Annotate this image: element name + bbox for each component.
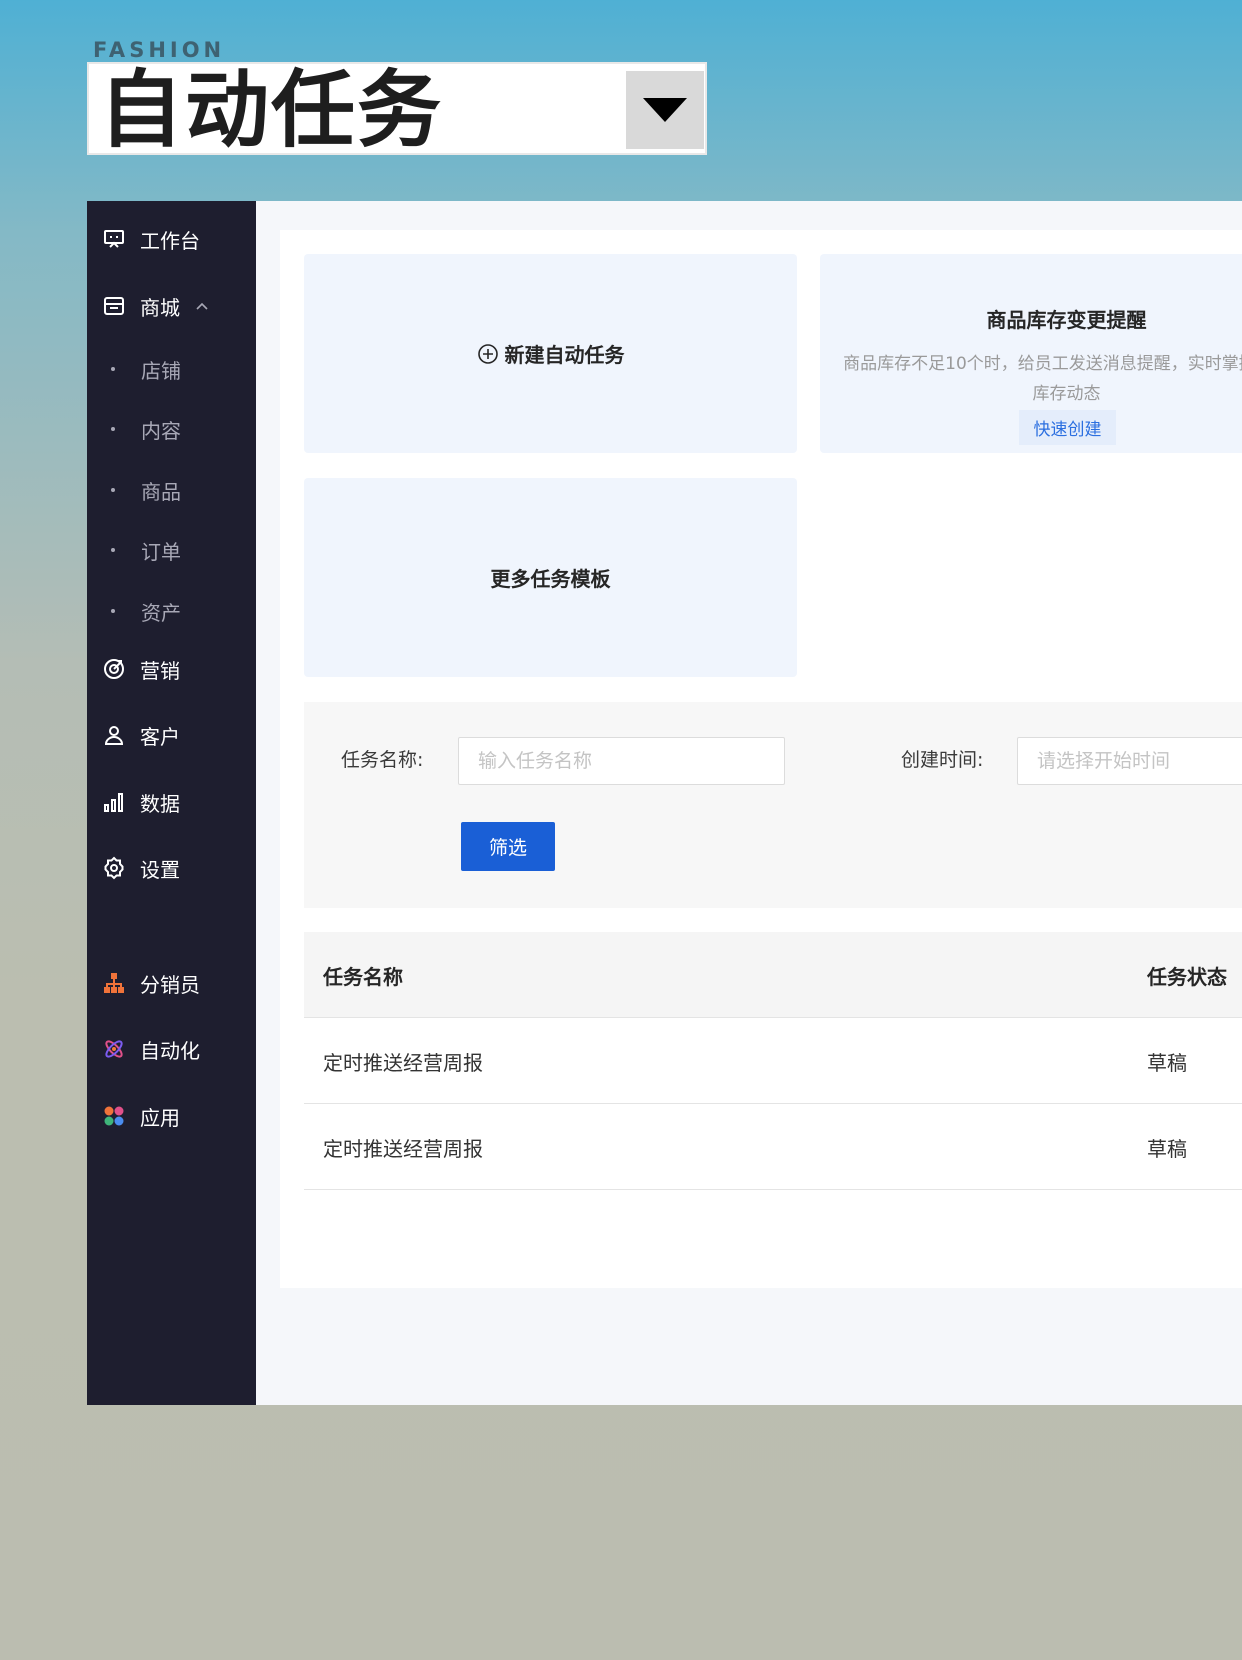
- new-task-label: 新建自动任务: [504, 343, 625, 367]
- sidebar-subitem-label: 订单: [141, 539, 181, 564]
- bullet-dot: [111, 548, 115, 552]
- user-icon: [100, 721, 128, 749]
- sidebar-item-label: 分销员: [140, 972, 200, 997]
- task-name-input[interactable]: [458, 737, 785, 785]
- title-dropdown-button[interactable]: [626, 71, 704, 149]
- sidebar-subitem-shop[interactable]: 店铺: [87, 347, 256, 391]
- sidebar-item-distributors[interactable]: 分销员: [87, 958, 256, 1008]
- page-title: 自动任务: [99, 61, 444, 159]
- task-status-cell: 草稿: [1147, 1050, 1187, 1075]
- store-icon: [100, 292, 128, 320]
- chevron-up-icon: [194, 298, 210, 314]
- template-description: 商品库存不足10个时，给员工发送消息提醒，实时掌握商品库存动态: [843, 354, 1242, 404]
- sidebar-item-data[interactable]: 数据: [87, 777, 256, 827]
- atom-icon: [100, 1035, 128, 1063]
- column-header-task-status[interactable]: 任务状态: [1147, 932, 1227, 1018]
- table-header: 任务名称 任务状态: [304, 932, 1242, 1018]
- sidebar-item-settings[interactable]: 设置: [87, 843, 256, 893]
- sidebar-subitem-label: 商品: [141, 479, 181, 504]
- bullet-dot: [111, 427, 115, 431]
- filter-button[interactable]: 筛选: [461, 822, 555, 871]
- apps-icon: [100, 1102, 128, 1130]
- title-box: 自动任务: [87, 62, 707, 155]
- sidebar-item-label: 数据: [140, 791, 180, 816]
- sidebar-item-store[interactable]: 商城: [87, 281, 256, 331]
- sidebar-item-marketing[interactable]: 营销: [87, 644, 256, 694]
- triangle-down-icon: [643, 98, 687, 122]
- sidebar-item-label: 设置: [140, 857, 180, 882]
- brand-label: FASHION: [93, 38, 226, 62]
- bullet-dot: [111, 609, 115, 613]
- sidebar-subitem-orders[interactable]: 订单: [87, 528, 256, 572]
- gear-icon: [100, 854, 128, 882]
- sidebar-item-label: 商城: [140, 295, 180, 320]
- sidebar-item-apps[interactable]: 应用: [87, 1091, 256, 1141]
- bullet-dot: [111, 488, 115, 492]
- chart-bars-icon: [100, 788, 128, 816]
- task-table: 任务名称 任务状态 定时推送经营周报 草稿 定时推送经营周报 草稿: [304, 932, 1242, 1190]
- sidebar-subitem-content[interactable]: 内容: [87, 407, 256, 451]
- sidebar-subitem-assets[interactable]: 资产: [87, 589, 256, 633]
- table-row[interactable]: 定时推送经营周报 草稿: [304, 1018, 1242, 1104]
- sidebar: 工作台 商城 店铺 内容 商品 订单 资产 营销 客户 数据 设置 分销员 自动…: [87, 201, 256, 1405]
- start-time-input[interactable]: [1017, 737, 1242, 785]
- table-row[interactable]: 定时推送经营周报 草稿: [304, 1104, 1242, 1190]
- sidebar-item-label: 应用: [140, 1105, 180, 1130]
- sidebar-item-label: 自动化: [140, 1038, 200, 1063]
- task-status-cell: 草稿: [1147, 1136, 1187, 1161]
- workbench-icon: [100, 225, 128, 253]
- task-name-label: 任务名称:: [341, 749, 424, 771]
- more-templates-label: 更多任务模板: [490, 567, 611, 591]
- sidebar-subitem-label: 店铺: [141, 358, 181, 383]
- bullet-dot: [111, 367, 115, 371]
- sidebar-item-label: 客户: [140, 724, 180, 749]
- task-name-cell: 定时推送经营周报: [323, 1050, 483, 1075]
- sidebar-subitem-products[interactable]: 商品: [87, 468, 256, 512]
- new-task-card[interactable]: 新建自动任务: [304, 254, 797, 453]
- sidebar-subitem-label: 内容: [141, 418, 181, 443]
- sidebar-item-automation[interactable]: 自动化: [87, 1024, 256, 1074]
- more-templates-card[interactable]: 更多任务模板: [304, 478, 797, 677]
- sidebar-item-label: 工作台: [140, 228, 200, 253]
- main-content: 新建自动任务 商品库存变更提醒 商品库存不足10个时，给员工发送消息提醒，实时掌…: [280, 230, 1242, 1288]
- sidebar-item-workbench[interactable]: 工作台: [87, 214, 256, 264]
- plus-circle-icon: [477, 343, 498, 364]
- create-time-label: 创建时间:: [901, 749, 984, 771]
- sidebar-subitem-label: 资产: [141, 600, 181, 625]
- sidebar-item-label: 营销: [140, 658, 180, 683]
- filter-panel: 任务名称: 创建时间: 筛选: [304, 702, 1242, 908]
- new-task-button[interactable]: 新建自动任务: [304, 254, 797, 453]
- quick-create-button[interactable]: 快速创建: [1019, 410, 1116, 445]
- task-name-cell: 定时推送经营周报: [323, 1136, 483, 1161]
- marketing-icon: [100, 655, 128, 683]
- template-title: 商品库存变更提醒: [986, 308, 1147, 332]
- template-card-stock-alert: 商品库存变更提醒 商品库存不足10个时，给员工发送消息提醒，实时掌握商品库存动态…: [820, 254, 1242, 453]
- app-window: 工作台 商城 店铺 内容 商品 订单 资产 营销 客户 数据 设置 分销员 自动…: [87, 201, 1242, 1405]
- column-header-task-name[interactable]: 任务名称: [323, 932, 403, 1018]
- sidebar-item-customers[interactable]: 客户: [87, 710, 256, 760]
- org-tree-icon: [100, 969, 128, 997]
